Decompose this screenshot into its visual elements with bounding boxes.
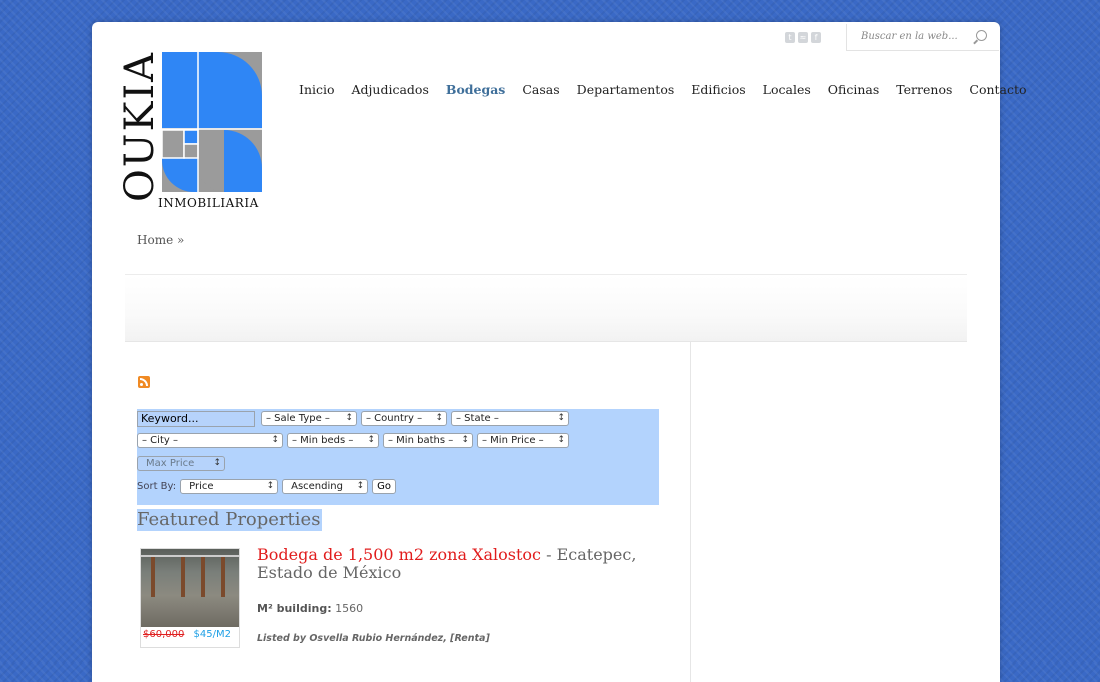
go-button[interactable]: Go bbox=[372, 479, 396, 494]
nav-item-inicio[interactable]: Inicio bbox=[299, 82, 335, 97]
search-box bbox=[846, 24, 999, 51]
nav-item-casas[interactable]: Casas bbox=[522, 82, 559, 97]
sale-type-select[interactable]: – Sale Type – bbox=[261, 411, 357, 426]
nav-item-bodegas[interactable]: Bodegas bbox=[446, 82, 505, 97]
nav-item-adjudicados[interactable]: Adjudicados bbox=[352, 82, 429, 97]
order-select[interactable]: Ascending bbox=[282, 479, 369, 494]
featured-heading: Featured Properties bbox=[137, 509, 323, 531]
nav-item-edificios[interactable]: Edificios bbox=[691, 82, 745, 97]
min-beds-select[interactable]: – Min beds – bbox=[287, 433, 379, 448]
building-label: M² building: bbox=[257, 602, 332, 615]
listing-building: M² building: 1560 bbox=[257, 602, 363, 615]
sort-by-select[interactable]: Price bbox=[180, 479, 279, 494]
country-select[interactable]: – Country – bbox=[361, 411, 447, 426]
page-container: t ≈ f OUKIA INMOBILIARIA Inicio Adjudica… bbox=[92, 22, 1027, 682]
social-icons: t ≈ f bbox=[785, 32, 821, 43]
sidebar-divider bbox=[690, 342, 691, 682]
listing-title: Bodega de 1,500 m2 zona Xalostoc - Ecate… bbox=[257, 546, 657, 582]
keyword-input[interactable]: Keyword... bbox=[137, 411, 255, 427]
header-band bbox=[125, 275, 967, 341]
state-select[interactable]: – State – bbox=[451, 411, 569, 426]
nav-item-contacto[interactable]: Contacto bbox=[969, 82, 1026, 97]
nav-item-oficinas[interactable]: Oficinas bbox=[828, 82, 880, 97]
listing-price: $60,000 $45/M2 bbox=[141, 629, 239, 640]
rss-icon[interactable]: ≈ bbox=[798, 32, 808, 43]
logo[interactable]: OUKIA INMOBILIARIA bbox=[117, 51, 268, 212]
facebook-icon[interactable]: f bbox=[811, 32, 821, 43]
min-price-select[interactable]: – Min Price – bbox=[477, 433, 569, 448]
breadcrumb-home[interactable]: Home bbox=[137, 233, 173, 247]
city-select[interactable]: – City – bbox=[137, 433, 283, 448]
twitter-icon[interactable]: t bbox=[785, 32, 795, 43]
search-icon[interactable] bbox=[976, 30, 987, 41]
divider bbox=[125, 341, 967, 342]
search-input[interactable] bbox=[859, 30, 973, 43]
logo-subtitle: INMOBILIARIA bbox=[158, 196, 259, 210]
nav-item-departamentos[interactable]: Departamentos bbox=[577, 82, 675, 97]
rss-feed-icon[interactable] bbox=[138, 376, 150, 388]
nav-item-terrenos[interactable]: Terrenos bbox=[896, 82, 952, 97]
logo-text: OUKIA bbox=[117, 50, 163, 202]
listing-title-link[interactable]: Bodega de 1,500 m2 zona Xalostoc bbox=[257, 545, 541, 564]
min-baths-select[interactable]: – Min baths – bbox=[383, 433, 473, 448]
breadcrumb: Home » bbox=[137, 233, 184, 247]
breadcrumb-separator: » bbox=[177, 233, 185, 247]
listing-photo[interactable] bbox=[141, 549, 239, 627]
listing-agent: Listed by Osvella Rubio Hernández, [Rent… bbox=[257, 633, 490, 644]
old-price: $60,000 bbox=[143, 629, 185, 640]
max-price-select[interactable]: Max Price bbox=[137, 456, 225, 471]
property-search-form: Keyword... – Sale Type – – Country – – S… bbox=[137, 409, 659, 505]
sort-label: Sort By: bbox=[137, 481, 177, 492]
nav-item-locales[interactable]: Locales bbox=[763, 82, 811, 97]
new-price: $45/M2 bbox=[193, 629, 231, 640]
listing-thumbnail[interactable]: $60,000 $45/M2 bbox=[140, 548, 240, 648]
main-nav: Inicio Adjudicados Bodegas Casas Departa… bbox=[299, 82, 1027, 97]
building-value: 1560 bbox=[335, 602, 364, 615]
